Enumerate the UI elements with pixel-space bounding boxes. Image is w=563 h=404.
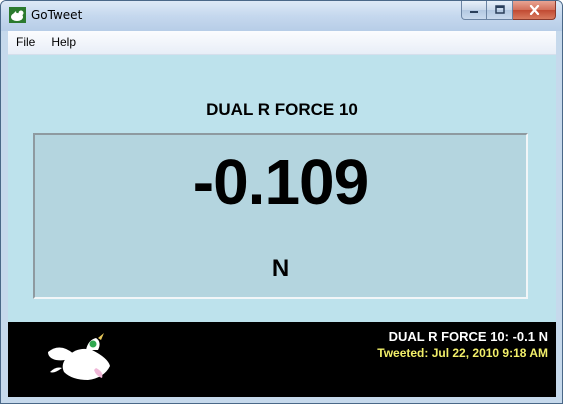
minimize-button[interactable] — [461, 1, 487, 20]
maximize-button[interactable] — [487, 1, 513, 20]
bird-icon — [9, 7, 26, 23]
sensor-name: DUAL R FORCE 10 — [206, 100, 358, 119]
window-title: GoTweet — [31, 8, 83, 22]
bird-logo — [48, 333, 110, 380]
close-button[interactable] — [513, 1, 556, 20]
caption-buttons — [461, 1, 556, 21]
reading-value: -0.109 — [192, 146, 369, 218]
maximize-icon — [494, 5, 505, 14]
menu-file[interactable]: File — [8, 31, 43, 54]
title-bar[interactable]: GoTweet — [1, 1, 562, 31]
tweet-timestamp: Tweeted: Jul 22, 2010 9:18 AM — [377, 346, 548, 360]
menu-bar: File Help — [8, 31, 556, 55]
reading-area: DUAL R FORCE 10 -0.109 N — [8, 55, 556, 322]
reading-unit: N — [271, 255, 290, 282]
minimize-icon — [470, 11, 478, 13]
reading-panel: -0.109 N — [33, 133, 528, 299]
app-window: GoTweet File Help DUAL R FORCE 10 -0.109… — [0, 0, 563, 404]
window-frame-bottom — [1, 397, 562, 403]
tweet-message: DUAL R FORCE 10: -0.1 N — [388, 329, 548, 344]
close-icon — [529, 5, 539, 15]
tweet-bar: DUAL R FORCE 10: -0.1 N Tweeted: Jul 22,… — [8, 322, 556, 397]
menu-help[interactable]: Help — [43, 31, 84, 54]
